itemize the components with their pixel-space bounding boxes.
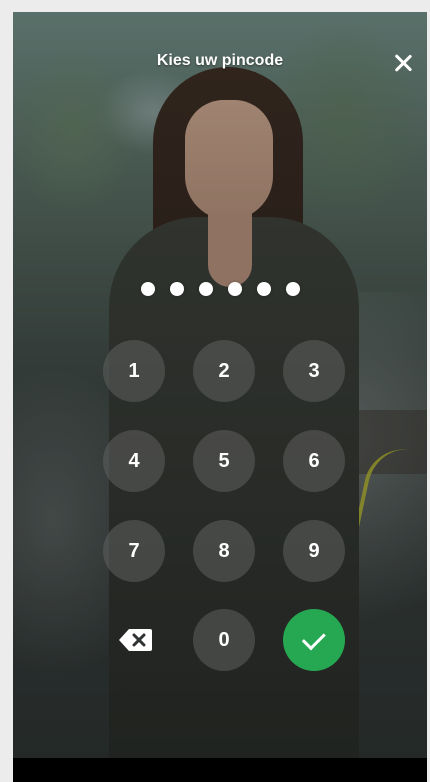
pin-screen: Kies uw pincode 1 2 3 4 5 6 7 8 9 0 xyxy=(13,12,427,782)
close-icon[interactable] xyxy=(390,50,416,76)
pin-indicator xyxy=(13,282,427,298)
key-7[interactable]: 7 xyxy=(103,520,165,582)
key-9[interactable]: 9 xyxy=(283,520,345,582)
backspace-icon[interactable] xyxy=(117,626,153,654)
key-1[interactable]: 1 xyxy=(103,340,165,402)
pin-dot xyxy=(285,282,300,296)
pin-dot xyxy=(169,282,184,296)
confirm-button[interactable] xyxy=(283,609,345,671)
bottom-bar xyxy=(13,758,427,782)
key-5[interactable]: 5 xyxy=(193,430,255,492)
key-8[interactable]: 8 xyxy=(193,520,255,582)
pin-dot xyxy=(140,282,155,296)
key-4[interactable]: 4 xyxy=(103,430,165,492)
page-title: Kies uw pincode xyxy=(156,52,284,69)
pin-dot xyxy=(256,282,271,296)
key-3[interactable]: 3 xyxy=(283,340,345,402)
check-icon xyxy=(301,625,326,650)
key-2[interactable]: 2 xyxy=(193,340,255,402)
key-0[interactable]: 0 xyxy=(193,609,255,671)
pin-dot xyxy=(227,282,242,296)
backspace-icon-graphic xyxy=(119,629,152,651)
key-6[interactable]: 6 xyxy=(283,430,345,492)
pin-dot xyxy=(198,282,213,296)
